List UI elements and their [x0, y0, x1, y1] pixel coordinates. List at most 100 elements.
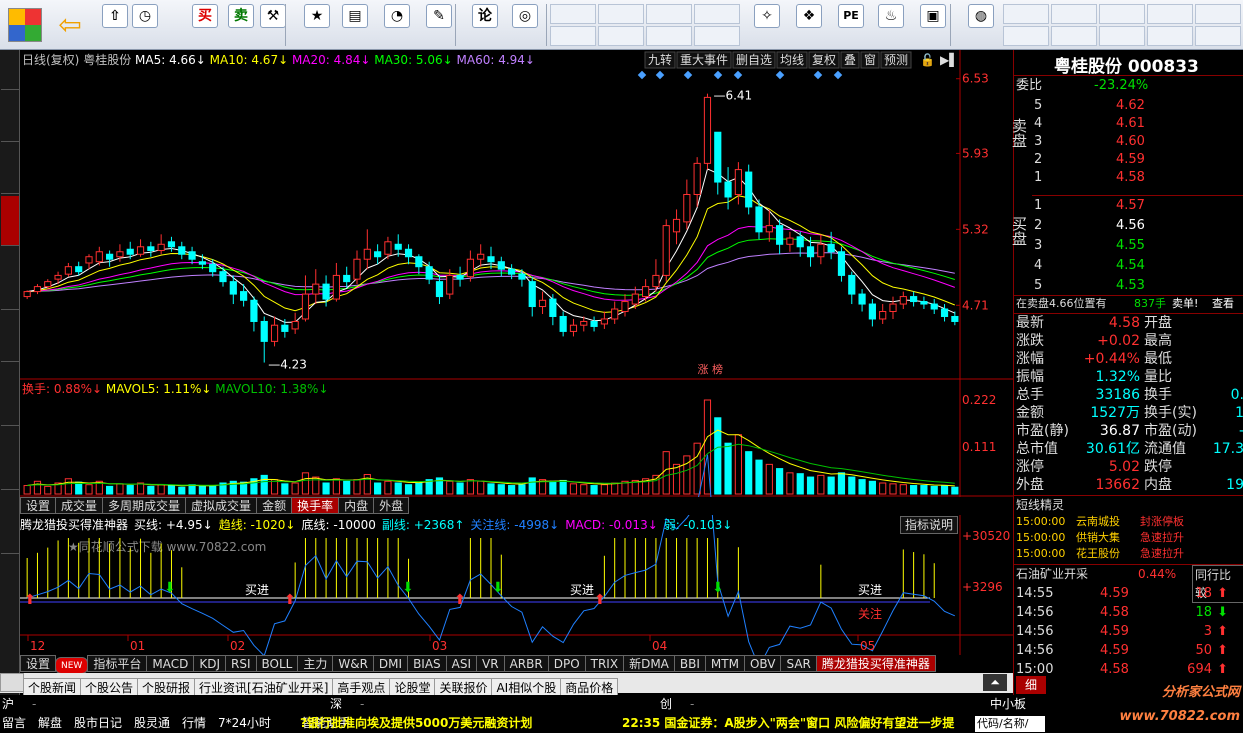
candle[interactable] [951, 311, 959, 326]
turnover-bar[interactable] [404, 484, 413, 495]
candle[interactable] [147, 241, 155, 257]
candle[interactable] [64, 262, 72, 277]
candle[interactable] [477, 244, 485, 267]
candle[interactable] [930, 299, 938, 314]
candle[interactable] [879, 304, 887, 324]
indicator-tab[interactable]: 指标平台 [87, 655, 148, 672]
left-tab-2[interactable] [1, 144, 19, 194]
turnover-bar[interactable] [930, 485, 938, 495]
turnover-bar[interactable] [899, 484, 907, 495]
toolbar-hot-button[interactable]: ♨ [872, 2, 910, 48]
toolbar-market-button[interactable] [1003, 26, 1049, 46]
turnover-bar[interactable] [734, 434, 742, 495]
indicator-tab[interactable]: ASI [445, 655, 478, 672]
indicator-tab[interactable]: OBV [743, 655, 782, 672]
ask-row[interactable]: 4 4.61 [1034, 115, 1243, 133]
turnover-bar[interactable] [724, 442, 732, 495]
turnover-bar[interactable] [889, 483, 897, 495]
toolbar-small-button[interactable] [598, 26, 644, 46]
turnover-bar[interactable] [394, 482, 402, 495]
candle[interactable] [260, 316, 268, 363]
candle[interactable] [363, 229, 371, 270]
toolbar-period-button[interactable]: ◔ [378, 2, 416, 48]
toolbar-market-button[interactable] [1195, 4, 1241, 24]
turnover-bar[interactable] [384, 480, 392, 495]
turnover-bar[interactable] [44, 485, 52, 495]
event-marker-icon[interactable] [833, 70, 843, 80]
indicator-tab[interactable]: VR [476, 655, 505, 672]
status-button[interactable]: 留言 [2, 714, 26, 733]
turnover-bar[interactable] [951, 486, 959, 495]
toolbar-small-button[interactable] [598, 4, 644, 24]
turnover-bar[interactable] [466, 479, 474, 495]
code-search-input[interactable]: 代码/名称/ [975, 716, 1045, 732]
indicator-tab[interactable]: 新DMA [623, 655, 675, 672]
lock-icon[interactable]: 🔓 [920, 53, 935, 67]
candle[interactable] [703, 93, 712, 170]
toolbar-dragon-tiger-button[interactable]: ❖ [790, 2, 828, 48]
toolbar-market-button[interactable] [1051, 26, 1097, 46]
candle[interactable] [136, 239, 145, 257]
turnover-bar[interactable] [167, 485, 176, 495]
turnover-bar[interactable] [528, 477, 536, 495]
candle[interactable] [724, 167, 732, 210]
indicator-tab[interactable]: ARBR [503, 655, 549, 672]
candle[interactable] [858, 289, 866, 312]
turnover-bar[interactable] [755, 459, 763, 495]
event-marker-icon[interactable] [683, 70, 693, 80]
event-marker-icon[interactable] [713, 70, 723, 80]
status-button[interactable]: 7*24小时 [218, 714, 271, 733]
turnover-bar[interactable] [497, 484, 505, 495]
indicator-tab[interactable]: MACD [146, 655, 195, 672]
left-tab-0[interactable] [1, 52, 19, 90]
status-button[interactable]: 行情 [182, 714, 206, 733]
turnover-bar[interactable] [508, 485, 516, 495]
indicator-tab[interactable]: 主力 [297, 655, 334, 672]
turnover-bar[interactable] [796, 473, 804, 495]
notice-link[interactable]: 查看 [1212, 295, 1234, 313]
bid-row[interactable]: 1 4.57 [1034, 197, 1243, 215]
indicator-tab[interactable]: BBI [673, 655, 706, 672]
turnover-bar[interactable] [817, 474, 825, 495]
candle[interactable] [240, 284, 248, 307]
turnover-bar[interactable] [590, 485, 598, 495]
turnover-bar[interactable] [714, 417, 722, 495]
turnover-bar[interactable] [106, 485, 114, 495]
turnover-bar[interactable] [806, 476, 815, 495]
candle[interactable] [611, 301, 619, 324]
toolbar-market-button[interactable] [1003, 4, 1049, 24]
candle[interactable] [250, 296, 258, 332]
toolbar-small-button[interactable] [694, 26, 740, 46]
left-tab-1[interactable] [1, 92, 19, 142]
turnover-bar[interactable] [600, 484, 608, 495]
toolbar-f10-button[interactable]: ▤ [336, 2, 374, 48]
candle[interactable] [394, 234, 402, 257]
bid-row[interactable]: 2 4.56 [1034, 217, 1243, 235]
event-marker-icon[interactable] [733, 70, 743, 80]
indicator-tab[interactable]: DPO [547, 655, 586, 672]
turnover-bar[interactable] [745, 451, 753, 495]
candle[interactable] [343, 266, 351, 288]
kline-chart-svg[interactable]: 日线(复权) 粤桂股份 MA5: 4.66↓ MA10: 4.67↓ MA20:… [20, 50, 1013, 695]
candle[interactable] [415, 254, 423, 275]
turnover-bar[interactable] [188, 484, 196, 495]
indicator-tab[interactable]: 设置 [20, 655, 57, 672]
left-tab-6[interactable] [1, 364, 19, 426]
indicator-tab[interactable]: SAR [780, 655, 817, 672]
turnover-bar[interactable] [693, 442, 701, 495]
candle[interactable] [487, 246, 495, 270]
candle[interactable] [301, 275, 310, 322]
candle[interactable] [85, 254, 93, 270]
toolbar-market-button[interactable] [1099, 26, 1145, 46]
candle[interactable] [621, 294, 629, 317]
back-arrow-icon[interactable]: ⇦ [52, 8, 88, 42]
candle[interactable] [404, 244, 413, 265]
toolbar-small-button[interactable] [694, 4, 740, 24]
turnover-bar[interactable] [652, 474, 660, 495]
short-sprite-title[interactable]: 短线精灵 [1016, 496, 1064, 513]
toolbar-small-button[interactable] [646, 4, 692, 24]
market-index-label[interactable]: 沪 [2, 695, 14, 714]
turnover-bar[interactable] [580, 484, 588, 495]
toolbar-discuss-button[interactable]: 论 [466, 2, 504, 48]
candle[interactable] [734, 162, 742, 205]
